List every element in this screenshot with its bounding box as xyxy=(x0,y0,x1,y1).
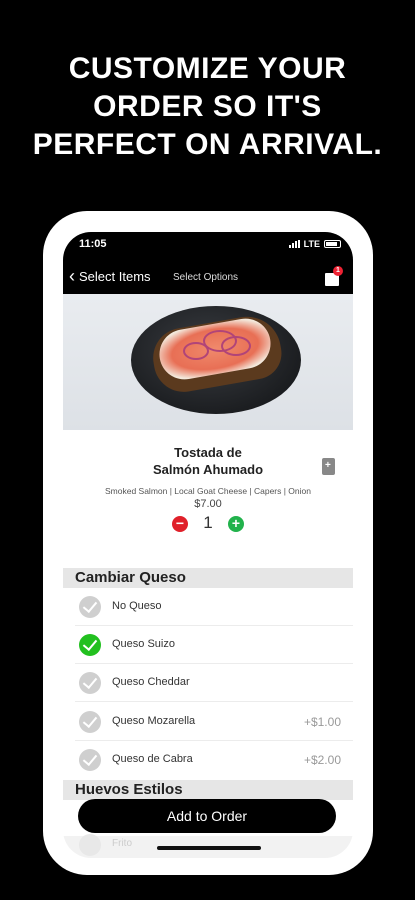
phone-screen: 11:05 LTE ‹ Select Items Select Options … xyxy=(63,232,353,858)
option-price: +$1.00 xyxy=(303,715,341,729)
option-row[interactable]: Queso de Cabra +$2.00 xyxy=(63,741,353,779)
option-label: No Queso xyxy=(112,600,162,612)
phone-frame: 11:05 LTE ‹ Select Items Select Options … xyxy=(43,211,373,875)
status-time: 11:05 xyxy=(79,238,107,250)
check-circle-icon xyxy=(79,711,101,733)
home-indicator xyxy=(157,846,261,850)
add-note-icon[interactable] xyxy=(322,458,335,475)
option-row[interactable]: No Queso xyxy=(63,588,353,626)
back-label: Select Items xyxy=(79,268,151,284)
option-label: Frito xyxy=(112,838,132,849)
cart-button[interactable]: 1 xyxy=(323,266,343,288)
divider xyxy=(75,701,353,702)
product-name-line-2: Salmón Ahumado xyxy=(152,462,264,477)
check-circle-icon xyxy=(79,672,101,694)
nav-bar: ‹ Select Items Select Options 1 xyxy=(63,260,353,294)
quantity-stepper: − 1 + xyxy=(172,513,244,535)
chevron-left-icon: ‹ xyxy=(69,266,75,286)
option-price: +$2.00 xyxy=(303,753,341,767)
headline-line-1: CUSTOMIZE YOUR xyxy=(68,52,347,85)
status-indicators: LTE xyxy=(288,239,341,249)
decrease-quantity-button[interactable]: − xyxy=(172,516,188,532)
product-name-line-1: Tostada de xyxy=(174,445,242,460)
onion-ring xyxy=(183,342,209,360)
product-price: $7.00 xyxy=(194,498,222,510)
product-name: Tostada de Salmón Ahumado xyxy=(63,444,353,478)
option-row[interactable]: Queso Mozarella +$1.00 xyxy=(63,703,353,741)
add-to-order-button[interactable]: Add to Order xyxy=(78,799,336,833)
check-circle-icon xyxy=(79,834,101,856)
nav-subtitle: Select Options xyxy=(173,272,239,283)
option-label: Queso Mozarella xyxy=(112,715,196,727)
quantity-value: 1 xyxy=(203,513,213,532)
option-label: Queso de Cabra xyxy=(112,753,193,765)
signal-icon xyxy=(288,240,300,248)
product-info: Tostada de Salmón Ahumado Smoked Salmon … xyxy=(63,430,353,570)
back-button[interactable]: ‹ Select Items xyxy=(69,266,151,286)
section-header-cheese: Cambiar Queso xyxy=(63,568,353,588)
check-circle-icon xyxy=(79,749,101,771)
product-description: Smoked Salmon | Local Goat Cheese | Cape… xyxy=(104,486,311,496)
check-circle-selected-icon xyxy=(79,634,101,656)
network-label: LTE xyxy=(303,239,320,249)
option-label: Queso Cheddar xyxy=(112,676,190,688)
check-circle-icon xyxy=(79,596,101,618)
section-header-eggs: Huevos Estilos xyxy=(63,780,353,800)
headline-line-2: ORDER SO IT'S xyxy=(93,90,322,123)
option-label: Queso Suizo xyxy=(112,638,175,650)
cart-badge: 1 xyxy=(333,266,343,276)
status-bar: 11:05 LTE xyxy=(63,232,353,260)
onion-ring xyxy=(221,336,251,356)
headline-line-3: PERFECT ON ARRIVAL. xyxy=(32,128,383,161)
notch xyxy=(123,232,293,256)
increase-quantity-button[interactable]: + xyxy=(228,516,244,532)
battery-icon xyxy=(324,240,341,248)
option-row[interactable]: Queso Cheddar xyxy=(63,664,353,702)
promo-headline: CUSTOMIZE YOUR ORDER SO IT'S PERFECT ON … xyxy=(0,50,415,164)
product-image xyxy=(63,294,353,430)
option-row[interactable]: Queso Suizo xyxy=(63,626,353,664)
